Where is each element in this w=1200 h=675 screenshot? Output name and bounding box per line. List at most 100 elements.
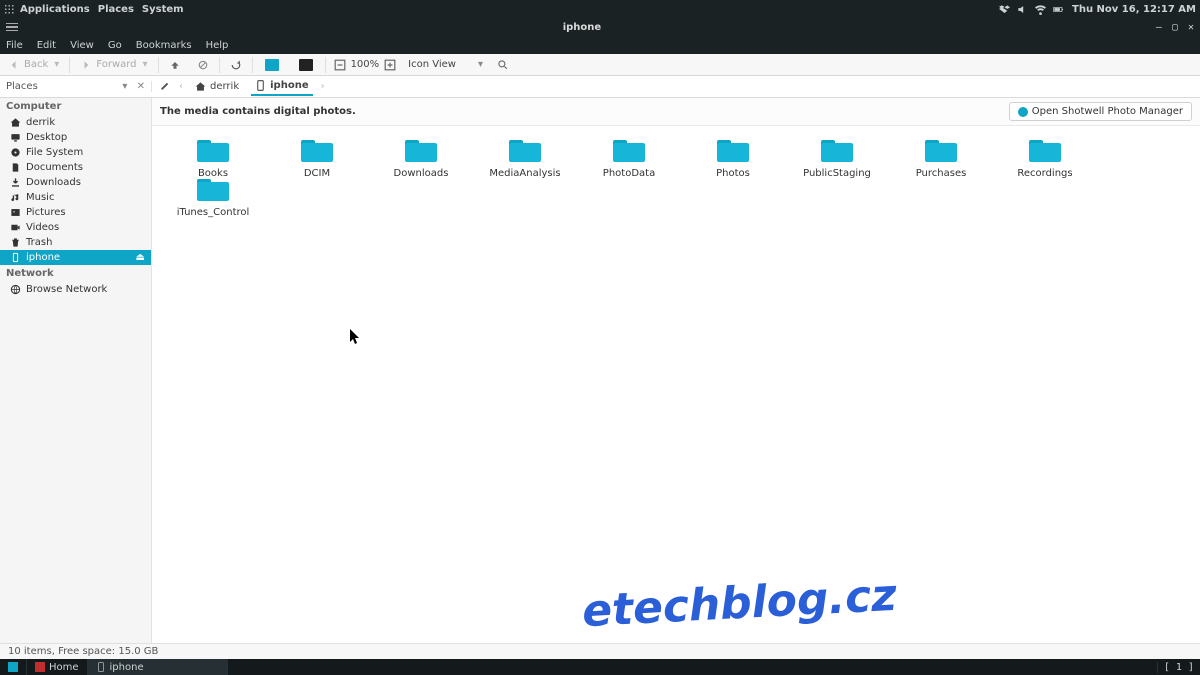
folder-icon (613, 140, 645, 162)
menu-view[interactable]: View (70, 40, 94, 51)
sidebar-item-trash[interactable]: Trash (0, 235, 151, 250)
window-title: iphone (18, 22, 1146, 33)
folder-label: MediaAnalysis (489, 168, 560, 179)
dropbox-icon[interactable] (999, 4, 1010, 15)
sidebar-item-videos[interactable]: Videos (0, 220, 151, 235)
folder-label: Recordings (1017, 168, 1072, 179)
minimize-button[interactable]: — (1156, 22, 1162, 33)
maximize-button[interactable]: ▢ (1172, 22, 1178, 33)
apps-grid-icon (4, 4, 14, 14)
places-close-icon[interactable]: ✕ (137, 81, 145, 92)
sidebar-item-label: derrik (26, 117, 55, 128)
statusbar-text: 10 items, Free space: 15.0 GB (8, 646, 158, 657)
crumb-current-label: iphone (270, 80, 308, 91)
zoom-combo[interactable]: 100% (328, 59, 403, 71)
folder-label: PhotoData (603, 168, 655, 179)
folder-recordings[interactable]: Recordings (1008, 140, 1082, 179)
menubar: File Edit View Go Bookmarks Help (0, 36, 1200, 54)
taskbar-home-label: Home (49, 662, 79, 673)
main-area: Computer derrik DesktopFile SystemDocument… (0, 98, 1200, 643)
panel-clock[interactable]: Thu Nov 16, 12:17 AM (1072, 4, 1196, 15)
doc-icon (10, 162, 22, 173)
folder-label: DCIM (304, 168, 330, 179)
folder-itunes_control[interactable]: iTunes_Control (176, 179, 250, 218)
hamburger-icon[interactable] (6, 23, 18, 32)
infobar: The media contains digital photos. Open … (152, 98, 1200, 126)
folder-purchases[interactable]: Purchases (904, 140, 978, 179)
device-icon (255, 80, 266, 91)
view-mode-combo[interactable]: Icon View ▾ (402, 59, 489, 70)
terminal-icon (299, 59, 313, 71)
panel-menu-applications[interactable]: Applications (20, 4, 90, 15)
crumb-current[interactable]: iphone (251, 77, 312, 96)
sidebar-item-label: Pictures (26, 207, 66, 218)
crumb-home[interactable]: derrik (191, 78, 243, 95)
stop-button[interactable] (189, 54, 217, 75)
sidebar-item-iphone[interactable]: iphone⏏ (0, 250, 151, 265)
sidebar-item-pictures[interactable]: Pictures (0, 205, 151, 220)
folder-dcim[interactable]: DCIM (280, 140, 354, 179)
sidebar-item-derrik[interactable]: derrik (0, 115, 151, 130)
open-folder-button[interactable] (255, 54, 289, 75)
workspace-switcher[interactable]: [ 1 ] (1157, 662, 1200, 673)
folder-icon (197, 179, 229, 201)
network-icon[interactable] (1035, 4, 1046, 15)
folder-downloads[interactable]: Downloads (384, 140, 458, 179)
sidebar-item-downloads[interactable]: Downloads (0, 175, 151, 190)
back-button[interactable]: Back ▾ (0, 54, 67, 75)
folder-photos[interactable]: Photos (696, 140, 770, 179)
home-icon (10, 117, 22, 128)
folder-publicstaging[interactable]: PublicStaging (800, 140, 874, 179)
view-mode-label: Icon View (408, 59, 456, 70)
reload-icon (230, 59, 242, 71)
open-shotwell-button[interactable]: Open Shotwell Photo Manager (1009, 102, 1192, 121)
folder-books[interactable]: Books (176, 140, 250, 179)
places-dropdown-icon[interactable]: ▾ (122, 81, 127, 92)
chevron-right-icon[interactable]: › (321, 81, 325, 92)
panel-menu-places[interactable]: Places (98, 4, 134, 15)
show-desktop-button[interactable] (0, 659, 27, 675)
folder-label: Purchases (916, 168, 967, 179)
eject-icon[interactable]: ⏏ (136, 252, 145, 263)
close-button[interactable]: ✕ (1188, 22, 1194, 33)
sidebar-item-documents[interactable]: Documents (0, 160, 151, 175)
pic-icon (10, 207, 22, 218)
reload-button[interactable] (222, 54, 250, 75)
folder-photodata[interactable]: PhotoData (592, 140, 666, 179)
chevron-left-icon[interactable]: ‹ (179, 81, 183, 92)
menu-file[interactable]: File (6, 40, 23, 51)
sidebar-item-music[interactable]: Music (0, 190, 151, 205)
taskbar-home[interactable]: Home (27, 659, 88, 675)
sidebar-item-label: Downloads (26, 177, 81, 188)
folder-label: Photos (716, 168, 750, 179)
up-button[interactable] (161, 54, 189, 75)
open-terminal-button[interactable] (289, 54, 323, 75)
sidebar-item-label: Videos (26, 222, 59, 233)
sidebar-item-label: Trash (26, 237, 52, 248)
icon-grid[interactable]: Books DCIM Downloads MediaAnalysis PhotoData… (152, 126, 1200, 643)
down-icon (10, 177, 22, 188)
arrow-right-icon (80, 59, 92, 71)
trash-icon (10, 237, 22, 248)
sidebar-group: Computer (0, 98, 151, 115)
search-button[interactable] (489, 54, 517, 75)
battery-icon[interactable] (1053, 4, 1064, 15)
music-icon (10, 192, 22, 203)
menu-go[interactable]: Go (108, 40, 122, 51)
menu-bookmarks[interactable]: Bookmarks (136, 40, 192, 51)
menu-help[interactable]: Help (206, 40, 229, 51)
menu-edit[interactable]: Edit (37, 40, 56, 51)
taskbar-window-iphone[interactable]: iphone (88, 659, 228, 675)
panel-menu-system[interactable]: System (142, 4, 184, 15)
folder-label: Downloads (394, 168, 449, 179)
disk-icon (10, 147, 22, 158)
forward-button[interactable]: Forward ▾ (72, 54, 155, 75)
device-icon (96, 662, 106, 672)
edit-path-icon[interactable] (160, 80, 171, 94)
statusbar: 10 items, Free space: 15.0 GB (0, 643, 1200, 659)
volume-icon[interactable] (1017, 4, 1028, 15)
sidebar-item-browse-network[interactable]: Browse Network (0, 282, 151, 297)
folder-mediaanalysis[interactable]: MediaAnalysis (488, 140, 562, 179)
sidebar-item-desktop[interactable]: Desktop (0, 130, 151, 145)
sidebar-item-file-system[interactable]: File System (0, 145, 151, 160)
